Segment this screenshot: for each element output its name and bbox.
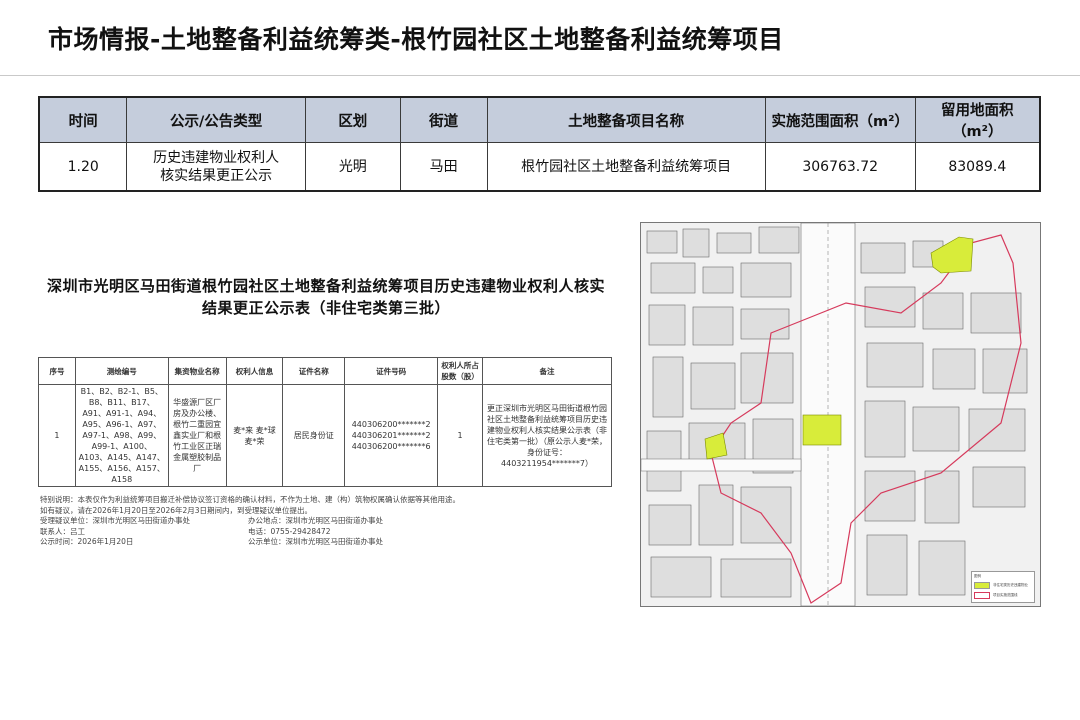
summary-data-row: 1.20 历史违建物业权利人 核实结果更正公示 光明 马田 根竹园社区土地整备利… — [38, 142, 1041, 192]
cell-type: 历史违建物业权利人 核实结果更正公示 — [126, 142, 306, 192]
header-district: 区划 — [304, 96, 401, 143]
legend-item1-label: 非住宅类历史违建物业 — [993, 583, 1028, 587]
notice-table: 序号 测绘编号 集资物业名称 权利人信息 证件名称 证件号码 权利人所占股数（股… — [38, 357, 612, 487]
notice-cell-shares: 1 — [437, 384, 484, 487]
legend-title: 图例 — [974, 574, 981, 578]
site-map: 图例 非住宅类历史违建物业 项目实施范围线 — [640, 222, 1041, 607]
legend-row-highlight: 非住宅类历史违建物业 — [974, 582, 1028, 589]
legend-row-boundary: 项目实施范围线 — [974, 592, 1018, 599]
note-contact: 联系人：吕工 — [40, 526, 85, 536]
title-divider — [0, 75, 1080, 76]
notice-header-remark: 备注 — [482, 357, 612, 385]
notice-title: 深圳市光明区马田街道根竹园社区土地整备利益统筹项目历史违建物业权利人核实 结果更… — [44, 275, 608, 319]
page-title: 市场情报-土地整备利益统筹类-根竹园社区土地整备利益统筹项目 — [48, 25, 784, 54]
notice-cell-id-type: 居民身份证 — [282, 384, 346, 487]
notice-title-line2: 结果更正公示表（非住宅类第三批） — [201, 299, 450, 317]
note-time: 公示时间：2026年1月20日 — [40, 537, 134, 546]
cell-street: 马田 — [399, 142, 488, 192]
note-row-time: 公示时间：2026年1月20日 公示单位：深圳市光明区马田街道办事处 — [40, 537, 614, 548]
note-line2: 如有疑议，请在2026年1月20日至2026年2月3日期间内，到受理疑议单位提出… — [40, 505, 313, 515]
notice-header-shares: 权利人所占股数（股） — [437, 357, 484, 385]
notice-cell-survey: B1、B2、B2-1、B5、B8、B11、B17、A91、A91-1、A94、A… — [74, 384, 169, 487]
notice-header-id-type: 证件名称 — [282, 357, 346, 385]
header-project: 土地整备项目名称 — [486, 96, 766, 143]
cell-time: 1.20 — [38, 142, 128, 192]
notice-notes: 特别说明：本表仅作为利益统筹项目搬迁补偿协议签订资格的确认材料，不作为土地、建（… — [38, 495, 614, 548]
note-row-unit: 受理疑议单位：深圳市光明区马田街道办事处 办公地点：深圳市光明区马田街道办事处 — [40, 516, 614, 527]
note-publisher: 公示单位：深圳市光明区马田街道办事处 — [248, 537, 383, 546]
cell-area: 306763.72 — [764, 142, 916, 192]
cell-project: 根竹园社区土地整备利益统筹项目 — [486, 142, 766, 192]
notice-header-index: 序号 — [38, 357, 76, 385]
notice-document: 深圳市光明区马田街道根竹园社区土地整备利益统筹项目历史违建物业权利人核实 结果更… — [38, 275, 614, 548]
legend-yellow-swatch — [974, 582, 990, 589]
summary-table: 时间 公示/公告类型 区划 街道 土地整备项目名称 实施范围面积（m²） 留用地… — [38, 96, 1041, 192]
legend-item2-label: 项目实施范围线 — [993, 593, 1018, 597]
cell-type-line2: 核实结果更正公示 — [160, 167, 273, 184]
notice-cell-owner: 麦*来 麦*球 麦*荣 — [225, 384, 284, 487]
summary-header-row: 时间 公示/公告类型 区划 街道 土地整备项目名称 实施范围面积（m²） 留用地… — [38, 96, 1041, 143]
note-phone: 电话：0755-29428472 — [248, 526, 331, 536]
header-area: 实施范围面积（m²） — [764, 96, 916, 143]
map-legend: 图例 非住宅类历史违建物业 项目实施范围线 — [971, 571, 1035, 603]
notice-header-survey: 测绘编号 — [74, 357, 169, 385]
notice-cell-remark: 更正深圳市光明区马田街道根竹园社区土地整备利益统筹项目历史违建物业权利人核实结果… — [482, 384, 612, 487]
cell-reserved-area: 83089.4 — [914, 142, 1041, 192]
note-accept-unit: 受理疑议单位：深圳市光明区马田街道办事处 — [40, 516, 190, 525]
note-row-contact: 联系人：吕工 电话：0755-29428472 — [40, 527, 614, 538]
notice-header-row: 序号 测绘编号 集资物业名称 权利人信息 证件名称 证件号码 权利人所占股数（股… — [38, 357, 612, 385]
cell-district: 光明 — [304, 142, 401, 192]
note-line1: 特别说明：本表仅作为利益统筹项目搬迁补偿协议签订资格的确认材料，不作为土地、建（… — [40, 495, 460, 504]
notice-header-id-number: 证件号码 — [344, 357, 439, 385]
notice-cell-index: 1 — [38, 384, 76, 487]
notice-header-owner: 权利人信息 — [225, 357, 284, 385]
header-time: 时间 — [38, 96, 128, 143]
notice-header-property: 集资物业名称 — [167, 357, 227, 385]
cell-type-line1: 历史违建物业权利人 — [153, 149, 280, 166]
notice-cell-id-number: 440306200*******2 440306201*******2 4403… — [344, 384, 439, 487]
notice-title-line1: 深圳市光明区马田街道根竹园社区土地整备利益统筹项目历史违建物业权利人核实 — [46, 277, 605, 295]
header-street: 街道 — [399, 96, 488, 143]
legend-red-swatch — [974, 592, 990, 599]
site-map-drawing — [641, 223, 1040, 606]
header-type: 公示/公告类型 — [126, 96, 306, 143]
header-reserved-area: 留用地面积（m²） — [914, 96, 1041, 143]
notice-cell-property: 华盛源厂区厂房及办公楼、根竹二重园宜鑫实业厂和根竹工业区正瑞金属塑胶制品厂 — [167, 384, 227, 487]
notice-data-row: 1 B1、B2、B2-1、B5、B8、B11、B17、A91、A91-1、A94… — [38, 384, 612, 487]
note-office-addr: 办公地点：深圳市光明区马田街道办事处 — [248, 516, 383, 525]
